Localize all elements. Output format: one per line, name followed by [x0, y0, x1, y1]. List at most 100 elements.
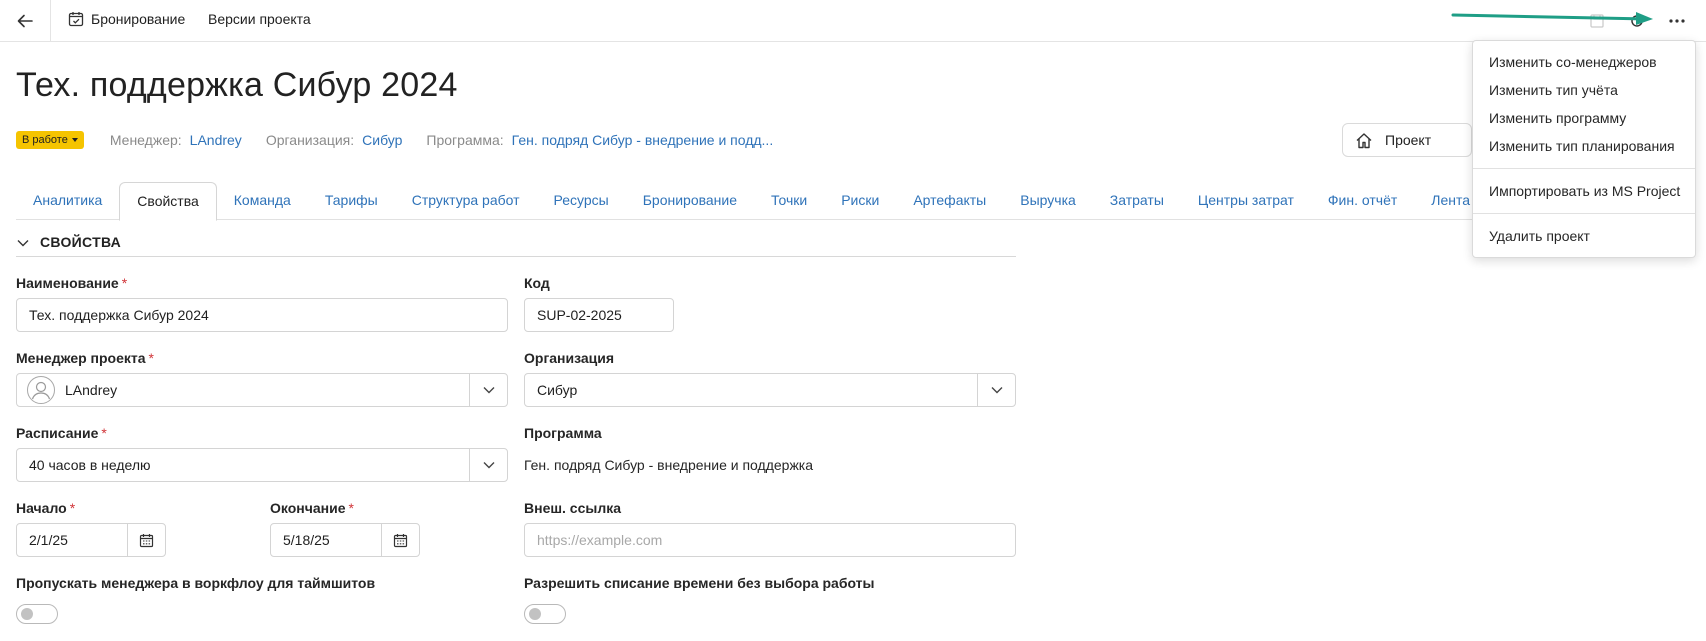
schedule-dropdown-button[interactable]: [469, 449, 507, 481]
chevron-down-icon: [991, 387, 1002, 394]
start-date-picker-button[interactable]: [127, 524, 165, 556]
program-value: Ген. подряд Сибур - внедрение и поддержк…: [524, 457, 814, 473]
start-label: Начало *: [16, 500, 76, 516]
end-date-picker-button[interactable]: [381, 524, 419, 556]
required-mark: *: [101, 425, 107, 441]
toggle-knob: [529, 608, 541, 620]
section-title: СВОЙСТВА: [40, 234, 122, 250]
chevron-down-icon: [17, 240, 29, 247]
page-title: Тех. поддержка Сибур 2024: [16, 66, 458, 104]
skip-manager-label: Пропускать менеджера в воркфлоу для тайм…: [16, 575, 376, 591]
chevron-down-icon: [483, 387, 494, 394]
meta-program-link[interactable]: Ген. подряд Сибур - внедрение и подд...: [512, 132, 774, 148]
calendar-icon: [139, 533, 154, 547]
menu-item-delete-project[interactable]: Удалить проект: [1489, 228, 1590, 244]
menu-item-change-program[interactable]: Изменить программу: [1489, 110, 1626, 126]
program-label: Программа: [524, 425, 602, 441]
back-button[interactable]: [0, 0, 51, 42]
external-link-input[interactable]: https://example.com: [524, 523, 1016, 557]
more-button[interactable]: [1668, 12, 1686, 30]
tab-13[interactable]: Фин. отчёт: [1311, 182, 1414, 220]
name-input[interactable]: Тех. поддержка Сибур 2024: [16, 298, 508, 332]
top-bar: Бронирование Версии проекта: [0, 0, 1706, 42]
schedule-select[interactable]: 40 часов в неделю: [16, 448, 508, 482]
name-label: Наименование *: [16, 275, 128, 291]
tab-2[interactable]: Команда: [217, 182, 308, 220]
meta-manager-label: Менеджер:: [109, 132, 182, 148]
tab-10[interactable]: Выручка: [1003, 182, 1093, 220]
section-header[interactable]: СВОЙСТВА: [16, 234, 1016, 257]
organization-select-value: Сибур: [537, 382, 578, 398]
booking-link[interactable]: Бронирование: [68, 11, 185, 27]
manager-select-value: LAndrey: [65, 382, 118, 398]
menu-item-change-accounting-type[interactable]: Изменить тип учёта: [1489, 82, 1618, 98]
required-mark: *: [121, 275, 128, 291]
schedule-select-value: 40 часов в неделю: [29, 457, 151, 473]
allow-time-toggle[interactable]: [524, 604, 566, 624]
project-versions-label: Версии проекта: [208, 11, 311, 27]
code-input-value: SUP-02-2025: [537, 307, 622, 323]
tab-8[interactable]: Риски: [824, 182, 896, 220]
required-mark: *: [348, 500, 354, 516]
booking-link-label: Бронирование: [91, 11, 186, 27]
tab-5[interactable]: Ресурсы: [537, 182, 626, 220]
end-label: Окончание *: [270, 500, 354, 516]
project-button[interactable]: Проект: [1342, 123, 1472, 157]
calendar-check-icon: [68, 12, 84, 27]
tab-1[interactable]: Свойства: [119, 182, 217, 221]
allow-time-label: Разрешить списание времени без выбора ра…: [524, 575, 875, 591]
tab-11[interactable]: Затраты: [1093, 182, 1181, 220]
meta-program-label: Программа:: [426, 132, 504, 148]
required-mark: *: [148, 350, 154, 366]
tab-4[interactable]: Структура работ: [395, 182, 537, 220]
skip-manager-toggle[interactable]: [16, 604, 58, 624]
tab-9[interactable]: Артефакты: [896, 182, 1003, 220]
tab-3[interactable]: Тарифы: [308, 182, 395, 220]
annotation-arrow: [1451, 12, 1653, 25]
start-date-value: 2/1/25: [29, 532, 68, 548]
project-button-label: Проект: [1385, 132, 1432, 148]
organization-dropdown-button[interactable]: [977, 374, 1015, 406]
organization-select[interactable]: Сибур: [524, 373, 1016, 407]
tab-bar: Аналитика Свойства Команда Тарифы Структура …: [16, 182, 1486, 221]
project-meta: В работе Менеджер: LAndrey Организация: …: [16, 131, 797, 149]
project-versions-link[interactable]: Версии проекта: [208, 11, 311, 27]
external-link-placeholder: https://example.com: [537, 532, 663, 548]
organization-label: Организация: [524, 350, 615, 366]
tab-12[interactable]: Центры затрат: [1181, 182, 1311, 220]
code-label: Код: [524, 275, 550, 291]
caret-down-icon: [71, 138, 78, 142]
manager-dropdown-button[interactable]: [469, 374, 507, 406]
menu-item-change-planning-type[interactable]: Изменить тип планирования: [1489, 138, 1675, 154]
chevron-down-icon: [483, 462, 494, 469]
code-input[interactable]: SUP-02-2025: [524, 298, 674, 332]
home-icon: [1356, 132, 1372, 148]
status-badge-label: В работе: [22, 134, 68, 146]
tab-0[interactable]: Аналитика: [16, 182, 119, 220]
required-mark: *: [69, 500, 76, 516]
toggle-knob: [21, 608, 33, 620]
arrow-left-icon: [17, 14, 33, 28]
name-input-value: Тех. поддержка Сибур 2024: [29, 307, 209, 323]
tab-6[interactable]: Бронирование: [626, 182, 754, 220]
external-link-label: Внеш. ссылка: [524, 500, 622, 516]
menu-item-import-ms-project[interactable]: Импортировать из MS Project: [1489, 183, 1680, 199]
manager-label: Менеджер проекта *: [16, 350, 154, 366]
start-date-input[interactable]: 2/1/25: [16, 523, 166, 557]
meta-manager-link[interactable]: LAndrey: [190, 132, 242, 148]
menu-item-change-comanagers[interactable]: Изменить со-менеджеров: [1489, 54, 1657, 70]
end-date-input[interactable]: 5/18/25: [270, 523, 420, 557]
status-badge[interactable]: В работе: [16, 131, 84, 149]
calendar-icon: [393, 533, 408, 547]
menu-divider: [1473, 213, 1695, 214]
more-horizontal-icon: [1669, 19, 1685, 23]
user-icon: [31, 381, 51, 400]
meta-org-label: Организация:: [265, 132, 355, 148]
menu-divider: [1473, 168, 1695, 169]
avatar: [27, 376, 55, 404]
schedule-label: Расписание *: [16, 425, 107, 441]
more-actions-menu: Изменить со-менеджеров Изменить тип учёт…: [1472, 40, 1696, 258]
manager-select[interactable]: LAndrey: [16, 373, 508, 407]
tab-7[interactable]: Точки: [754, 182, 824, 220]
meta-org-link[interactable]: Сибур: [362, 132, 402, 148]
